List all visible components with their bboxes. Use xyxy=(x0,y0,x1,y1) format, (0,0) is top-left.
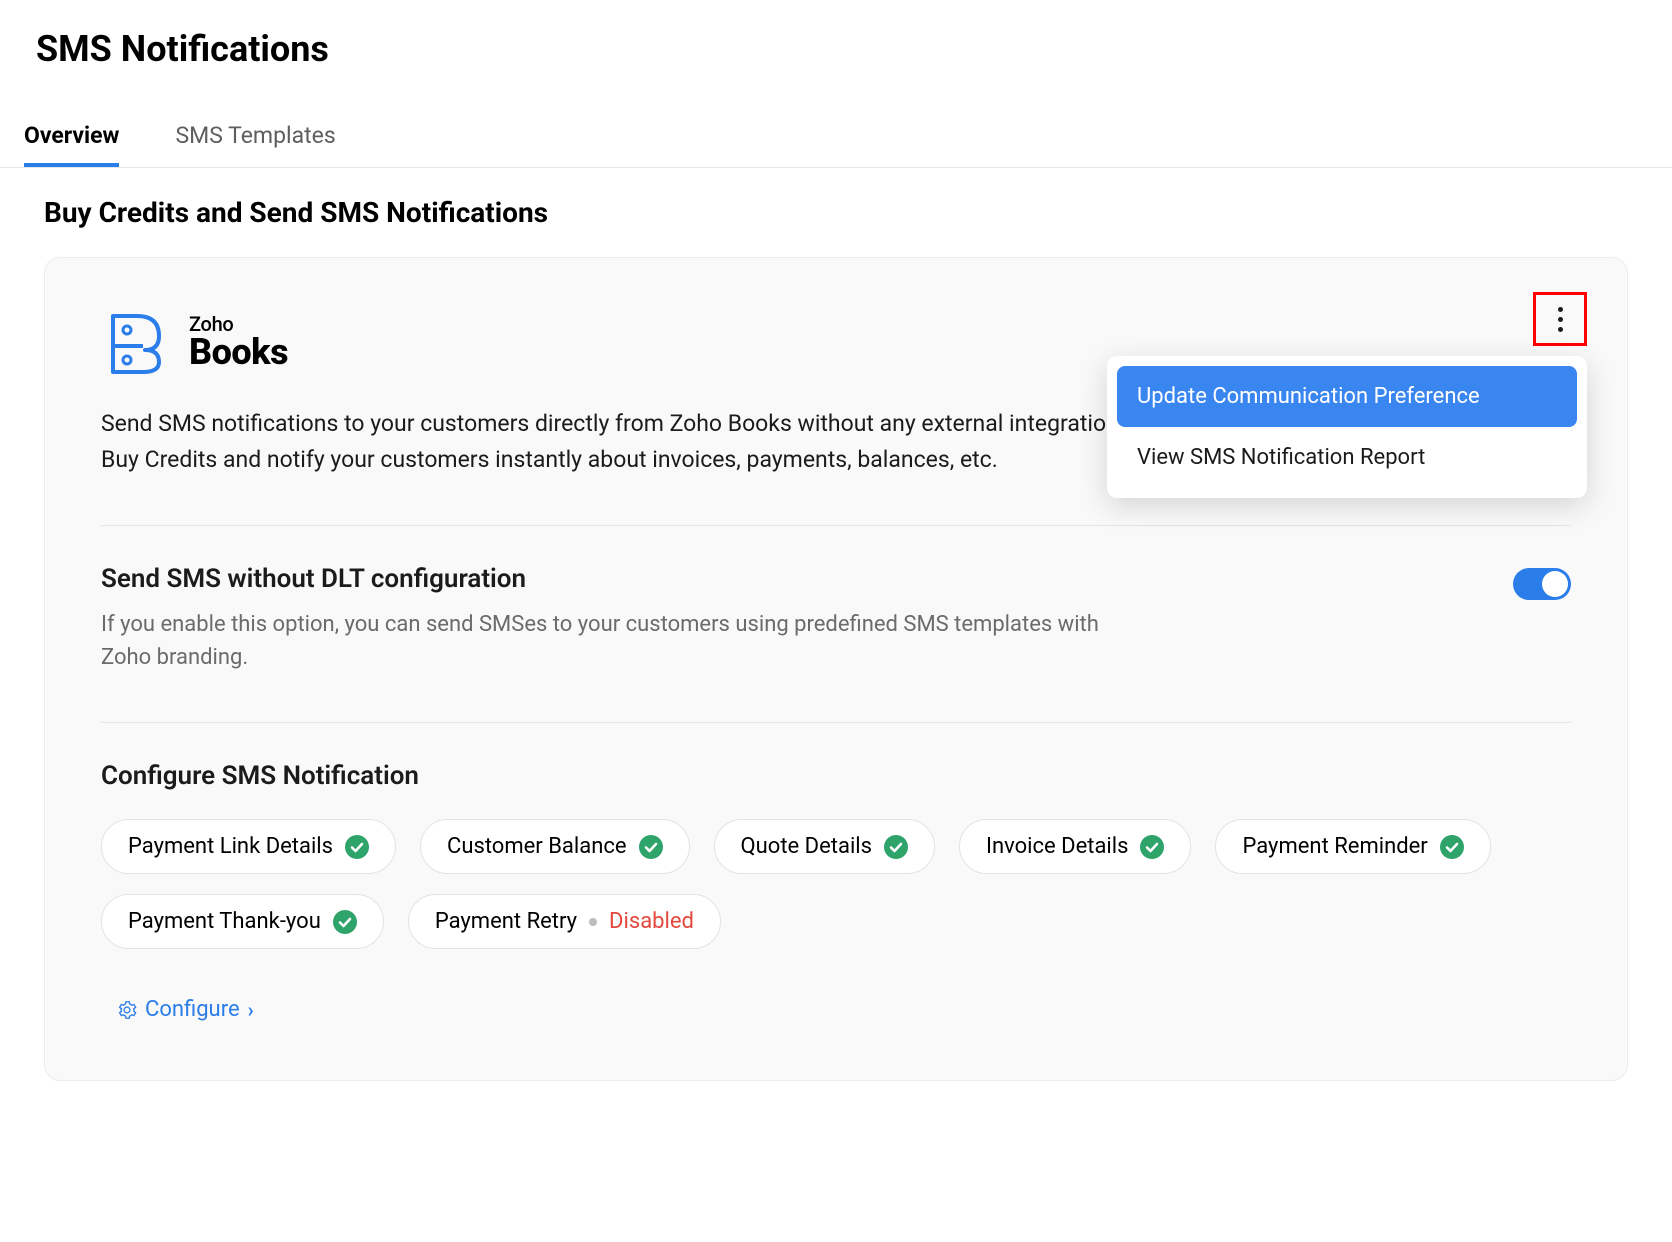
logo-product-text: Books xyxy=(189,334,288,370)
dlt-title: Send SMS without DLT configuration xyxy=(101,564,1101,594)
check-icon xyxy=(884,835,908,859)
more-actions-menu: Update Communication Preference View SMS… xyxy=(1107,356,1587,498)
tabs-bar: Overview SMS Templates xyxy=(0,70,1672,168)
chip-label: Payment Link Details xyxy=(128,834,333,859)
chip-customer-balance[interactable]: Customer Balance xyxy=(420,819,690,874)
page-title: SMS Notifications xyxy=(0,0,1672,70)
chip-label: Payment Reminder xyxy=(1242,834,1427,859)
notification-chips: Payment Link Details Customer Balance Qu… xyxy=(101,791,1571,949)
gear-icon xyxy=(117,1000,137,1020)
menu-item-view-sms-notification-report[interactable]: View SMS Notification Report xyxy=(1117,427,1577,488)
chevron-right-icon: › xyxy=(248,998,254,1022)
chip-label: Quote Details xyxy=(741,834,872,859)
sms-card: Zoho Books Send SMS notifications to you… xyxy=(44,257,1628,1081)
card-description: Send SMS notifications to your customers… xyxy=(101,378,1151,477)
menu-item-update-communication-preference[interactable]: Update Communication Preference xyxy=(1117,366,1577,427)
configure-section: Configure SMS Notification Payment Link … xyxy=(101,722,1571,1024)
chip-payment-thank-you[interactable]: Payment Thank-you xyxy=(101,894,384,949)
check-icon xyxy=(345,835,369,859)
section-subtitle: Buy Credits and Send SMS Notifications xyxy=(0,168,1672,229)
check-icon xyxy=(1440,835,1464,859)
chip-status: Disabled xyxy=(609,909,694,934)
toggle-knob xyxy=(1542,571,1568,597)
kebab-icon xyxy=(1558,307,1563,332)
chip-payment-link-details[interactable]: Payment Link Details xyxy=(101,819,396,874)
chip-label: Invoice Details xyxy=(986,834,1128,859)
chip-invoice-details[interactable]: Invoice Details xyxy=(959,819,1191,874)
dlt-description: If you enable this option, you can send … xyxy=(101,594,1101,674)
zoho-books-logo-icon xyxy=(101,306,173,378)
dlt-section: Send SMS without DLT configuration If yo… xyxy=(101,525,1571,674)
check-icon xyxy=(639,835,663,859)
more-actions-button[interactable] xyxy=(1533,292,1587,346)
configure-title: Configure SMS Notification xyxy=(101,761,1571,791)
chip-payment-reminder[interactable]: Payment Reminder xyxy=(1215,819,1490,874)
tab-sms-templates[interactable]: SMS Templates xyxy=(175,122,335,167)
chip-label: Payment Thank-you xyxy=(128,909,321,934)
dlt-toggle[interactable] xyxy=(1513,568,1571,600)
chip-label: Customer Balance xyxy=(447,834,627,859)
chip-quote-details[interactable]: Quote Details xyxy=(714,819,935,874)
chip-payment-retry[interactable]: Payment Retry Disabled xyxy=(408,894,721,949)
chip-label: Payment Retry xyxy=(435,909,577,934)
configure-link[interactable]: Configure › xyxy=(117,997,254,1022)
check-icon xyxy=(1140,835,1164,859)
tab-overview[interactable]: Overview xyxy=(24,122,119,167)
status-dot-icon xyxy=(589,918,597,926)
check-icon xyxy=(333,910,357,934)
configure-link-label: Configure xyxy=(145,997,240,1022)
